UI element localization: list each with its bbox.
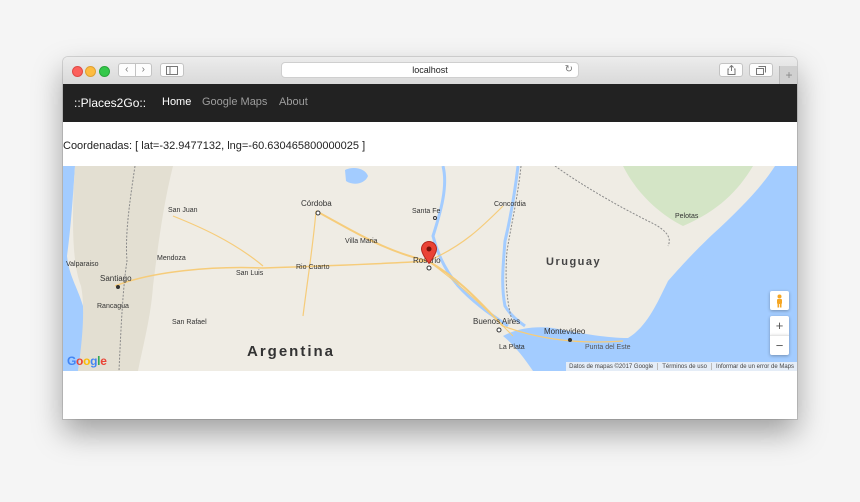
coordinates-text: Coordenadas: [ lat=-32.9477132, lng=-60.… <box>63 140 366 152</box>
label-concordia: Concordia <box>494 201 526 208</box>
reload-icon[interactable]: ↻ <box>565 64 573 75</box>
history-nav-group: ‹ › <box>118 63 152 77</box>
zoom-window-button[interactable] <box>99 66 110 77</box>
pegman-icon <box>777 294 782 307</box>
label-rio-cuarto: Rio Cuarto <box>296 264 330 271</box>
new-tab-button[interactable]: + <box>779 66 797 84</box>
divider <box>710 363 712 370</box>
map-attribution: Datos de mapas ©2017 Google Términos de … <box>566 362 797 371</box>
map-background <box>63 166 797 371</box>
label-la-plata: La Plata <box>499 344 525 351</box>
close-window-button[interactable] <box>72 66 83 77</box>
label-pelotas: Pelotas <box>675 213 699 220</box>
city-dot-cordoba <box>315 210 321 216</box>
google-logo[interactable]: Google <box>67 354 107 368</box>
site-brand[interactable]: ::Places2Go:: <box>74 96 146 110</box>
address-bar[interactable]: localhost ↻ <box>281 62 579 78</box>
label-buenos-aires: Buenos Aires <box>473 317 521 326</box>
label-santiago: Santiago <box>100 274 132 283</box>
site-navbar: ::Places2Go:: Home Google Maps About <box>63 84 797 122</box>
map-view[interactable]: Córdoba Santa Fe Concordia Pelotas San J… <box>63 166 797 371</box>
map-data-credit: Datos de mapas ©2017 Google <box>569 363 654 370</box>
nav-google-maps[interactable]: Google Maps <box>202 96 267 108</box>
city-dot-rosario <box>426 265 432 271</box>
nav-home[interactable]: Home <box>162 96 191 108</box>
browser-toolbar: ‹ › localhost ↻ + <box>63 57 797 85</box>
city-dot-buenos-aires <box>496 327 502 333</box>
terms-link[interactable]: Términos de uso <box>662 364 707 370</box>
logo-letter: G <box>67 354 77 368</box>
street-view-pegman-button[interactable] <box>770 291 789 310</box>
city-dot-santiago <box>116 285 120 289</box>
label-villa-maria: Villa Maria <box>345 238 378 245</box>
show-tabs-button[interactable] <box>749 63 773 77</box>
report-error-link[interactable]: Informar de un error de Maps <box>716 364 794 370</box>
label-cordoba: Córdoba <box>301 199 332 208</box>
label-mendoza: Mendoza <box>157 255 186 262</box>
share-button[interactable] <box>719 63 743 77</box>
browser-window: ‹ › localhost ↻ + ::Places2Go:: Home Goo… <box>63 57 797 419</box>
back-button[interactable]: ‹ <box>119 64 135 76</box>
divider <box>657 363 659 370</box>
location-marker-icon[interactable] <box>421 241 437 264</box>
sidebar-toggle-button[interactable] <box>160 63 184 77</box>
sidebar-icon <box>166 65 178 75</box>
address-text: localhost <box>412 65 448 75</box>
label-san-rafael: San Rafael <box>172 319 207 326</box>
share-icon <box>727 65 735 75</box>
tabs-icon <box>756 65 766 75</box>
label-montevideo: Montevideo <box>544 327 586 336</box>
label-rancagua: Rancagua <box>97 303 129 310</box>
nav-about[interactable]: About <box>279 96 308 108</box>
label-punta-del-este: Punta del Este <box>585 344 631 351</box>
label-argentina: Argentina <box>247 343 336 360</box>
logo-letter: e <box>100 354 107 368</box>
label-san-luis: San Luis <box>236 270 264 277</box>
minimize-window-button[interactable] <box>85 66 96 77</box>
label-santa-fe: Santa Fe <box>412 208 441 215</box>
label-san-juan: San Juan <box>168 207 198 214</box>
forward-button[interactable]: › <box>135 64 151 76</box>
zoom-out-button[interactable]: − <box>770 335 789 355</box>
zoom-in-button[interactable]: + <box>770 316 789 335</box>
city-dot-santa-fe <box>433 216 437 220</box>
label-uruguay: Uruguay <box>546 256 602 268</box>
city-dot-montevideo <box>568 338 572 342</box>
label-valparaiso: Valparaiso <box>66 261 99 268</box>
